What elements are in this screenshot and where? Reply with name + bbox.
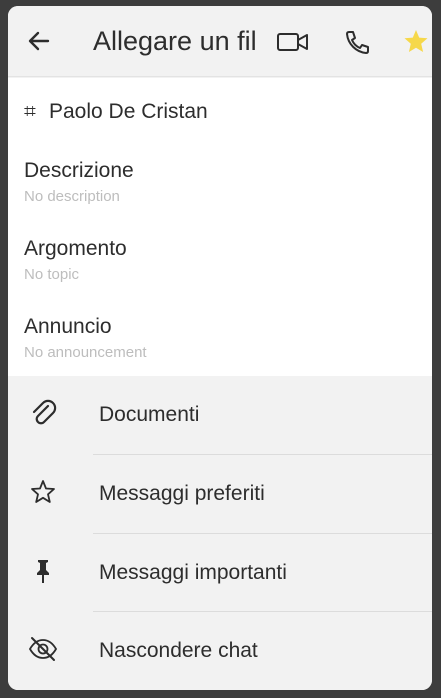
back-arrow-icon [28, 31, 50, 51]
menu-item-hide-chat[interactable]: Nascondere chat [8, 612, 432, 690]
star-icon-fill [404, 30, 428, 52]
star-outline-icon [31, 480, 55, 503]
call-button[interactable] [340, 28, 374, 56]
room-name: Paolo De Cristan [49, 100, 208, 123]
app-header: Allegare un fil [8, 6, 432, 76]
room-name-row: ⌗ Paolo De Cristan [24, 100, 208, 130]
video-call-button[interactable] [276, 28, 310, 56]
paperclip-icon [32, 399, 57, 425]
menu-item-starred-messages[interactable]: Messaggi preferiti [8, 455, 432, 533]
star-icon [404, 30, 428, 52]
menu-item-documents[interactable]: Documenti [8, 376, 432, 454]
video-camera-icon [277, 33, 308, 51]
announcement-value: No announcement [24, 344, 147, 361]
pin-icon [37, 560, 49, 583]
page-title: Allegare un fil [93, 26, 257, 56]
menu-item-label: Documenti [99, 403, 200, 426]
room-info-screen: Allegare un fil ⌗ Paolo De Cristan Descr… [8, 6, 432, 690]
hash-icon: ⌗ [24, 100, 36, 123]
menu-item-label: Nascondere chat [99, 639, 258, 662]
topic-value: No topic [24, 266, 80, 283]
menu-item-pinned-messages[interactable]: Messaggi importanti [8, 534, 432, 612]
announcement-label: Annuncio [24, 315, 112, 338]
eye-off-icon [28, 637, 58, 661]
back-button[interactable] [26, 28, 52, 54]
menu-item-label: Messaggi preferiti [99, 482, 265, 505]
description-label: Descrizione [24, 159, 134, 182]
phone-icon [346, 31, 369, 54]
menu-item-label: Messaggi importanti [99, 561, 287, 584]
description-value: No description [24, 188, 120, 205]
topic-label: Argomento [24, 237, 127, 260]
favorite-button[interactable] [402, 28, 432, 56]
room-actions-menu: Documenti Messaggi preferiti Messaggi im… [8, 376, 432, 690]
room-info-panel: ⌗ Paolo De Cristan Descrizione No descri… [8, 78, 432, 376]
